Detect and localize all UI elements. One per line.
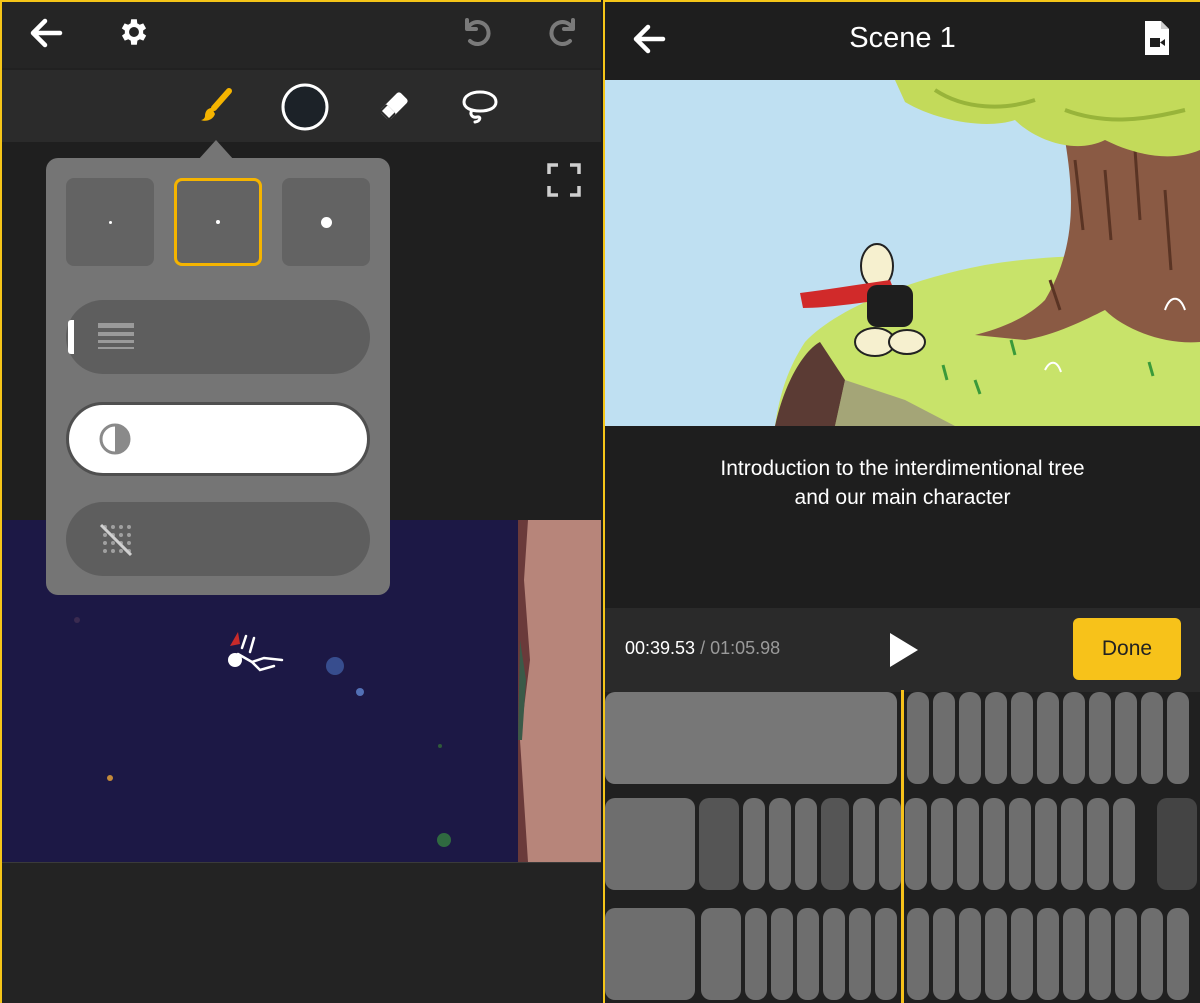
popup-pointer: [198, 140, 234, 160]
timeline-clip[interactable]: [1157, 798, 1197, 890]
bottom-panel: [2, 862, 601, 1003]
timeline-frame[interactable]: [771, 908, 793, 1000]
gear-icon[interactable]: [112, 12, 156, 52]
timeline-frame[interactable]: [1141, 908, 1163, 1000]
timeline-frame[interactable]: [1037, 692, 1059, 784]
size-dot: [216, 220, 220, 224]
timeline-frame[interactable]: [1063, 908, 1085, 1000]
brush-settings-popup: [46, 158, 390, 595]
timeline-frame[interactable]: [1115, 908, 1137, 1000]
lasso-icon[interactable]: [458, 84, 502, 128]
timeline-frame[interactable]: [1087, 798, 1109, 890]
time-separator: /: [695, 638, 711, 658]
timeline-frame[interactable]: [1089, 692, 1111, 784]
playback-controls: 00:39.53 / 01:05.98 Done: [605, 608, 1200, 692]
timeline-frame[interactable]: [1167, 908, 1189, 1000]
scene-title: Scene 1: [849, 22, 956, 54]
timeline-frame[interactable]: [875, 908, 897, 1000]
timeline-frame[interactable]: [1035, 798, 1057, 890]
timeline-frame[interactable]: [1063, 692, 1085, 784]
timeline-clip[interactable]: [699, 798, 739, 890]
timeline-frame[interactable]: [933, 692, 955, 784]
timeline-frame[interactable]: [985, 692, 1007, 784]
brush-size-medium[interactable]: [174, 178, 262, 266]
timeline-frame[interactable]: [985, 908, 1007, 1000]
timeline-clip[interactable]: [605, 908, 695, 1000]
done-button[interactable]: Done: [1073, 618, 1181, 680]
eraser-icon[interactable]: [372, 84, 416, 128]
timeline-frame[interactable]: [933, 908, 955, 1000]
opacity-slider[interactable]: [66, 402, 370, 476]
timeline-frame[interactable]: [769, 798, 791, 890]
drawing-editor: [0, 0, 601, 1003]
timeline-frame[interactable]: [959, 908, 981, 1000]
scene-top-bar: Scene 1: [605, 2, 1200, 76]
timeline-clip[interactable]: [701, 908, 741, 1000]
timeline-frame[interactable]: [823, 908, 845, 1000]
play-icon[interactable]: [881, 628, 925, 672]
playhead[interactable]: [901, 690, 904, 1003]
scene-preview[interactable]: [605, 80, 1200, 426]
timeline-clip[interactable]: [605, 798, 695, 890]
timeline-frame[interactable]: [1167, 692, 1189, 784]
total-time: 01:05.98: [710, 638, 781, 658]
tool-row: [2, 70, 601, 142]
timeline-frame[interactable]: [879, 798, 901, 890]
scene-caption: Introduction to the interdimentional tre…: [625, 454, 1180, 512]
color-circle-icon[interactable]: [280, 82, 330, 132]
slider-fill: [68, 320, 74, 354]
timeline-frame[interactable]: [1037, 908, 1059, 1000]
timeline-frame[interactable]: [957, 798, 979, 890]
timeline-frame[interactable]: [905, 798, 927, 890]
brush-icon[interactable]: [194, 84, 238, 128]
timeline-frame[interactable]: [1115, 692, 1137, 784]
export-video-icon[interactable]: [1137, 16, 1177, 60]
timeline-frame[interactable]: [745, 908, 767, 1000]
opacity-icon: [95, 419, 135, 459]
thickness-slider[interactable]: [66, 300, 370, 374]
caption-line-1: Introduction to the interdimentional tre…: [720, 457, 1085, 480]
brush-size-small[interactable]: [66, 178, 154, 266]
size-dot: [320, 216, 332, 228]
timeline-frame[interactable]: [959, 692, 981, 784]
timeline-frame[interactable]: [1113, 798, 1135, 890]
current-time: 00:39.53: [625, 638, 696, 658]
timeline-clip[interactable]: [821, 798, 849, 890]
timeline-frame[interactable]: [743, 798, 765, 890]
timeline-frame[interactable]: [795, 798, 817, 890]
scene-editor: Scene 1 Introduction to the interdimenti…: [603, 0, 1200, 1003]
timeline-frame[interactable]: [983, 798, 1005, 890]
timeline-frame[interactable]: [1011, 692, 1033, 784]
size-dot: [108, 220, 112, 224]
redo-icon[interactable]: [542, 12, 586, 52]
undo-icon[interactable]: [454, 12, 498, 52]
timeline-frame[interactable]: [853, 798, 875, 890]
timeline-frame[interactable]: [1009, 798, 1031, 890]
timeline-frame[interactable]: [1089, 908, 1111, 1000]
caption-line-2: and our main character: [794, 486, 1011, 509]
timeline-frame[interactable]: [1141, 692, 1163, 784]
timeline-clip[interactable]: [605, 692, 897, 784]
thickness-icon: [96, 318, 136, 356]
timeline-frame[interactable]: [931, 798, 953, 890]
texture-off-icon: [96, 520, 136, 560]
timeline-frame[interactable]: [1011, 908, 1033, 1000]
top-toolbar: [2, 2, 601, 68]
time-display: 00:39.53 / 01:05.98: [625, 638, 780, 659]
fullscreen-icon[interactable]: [544, 160, 584, 200]
timeline-frame[interactable]: [849, 908, 871, 1000]
back-arrow-icon[interactable]: [24, 14, 68, 52]
cliff-drawing: [518, 520, 601, 862]
timeline-frame[interactable]: [907, 908, 929, 1000]
brush-size-large[interactable]: [282, 178, 370, 266]
texture-slider[interactable]: [66, 502, 370, 576]
timeline-frame[interactable]: [907, 692, 929, 784]
timeline-frame[interactable]: [1061, 798, 1083, 890]
timeline-frame[interactable]: [797, 908, 819, 1000]
